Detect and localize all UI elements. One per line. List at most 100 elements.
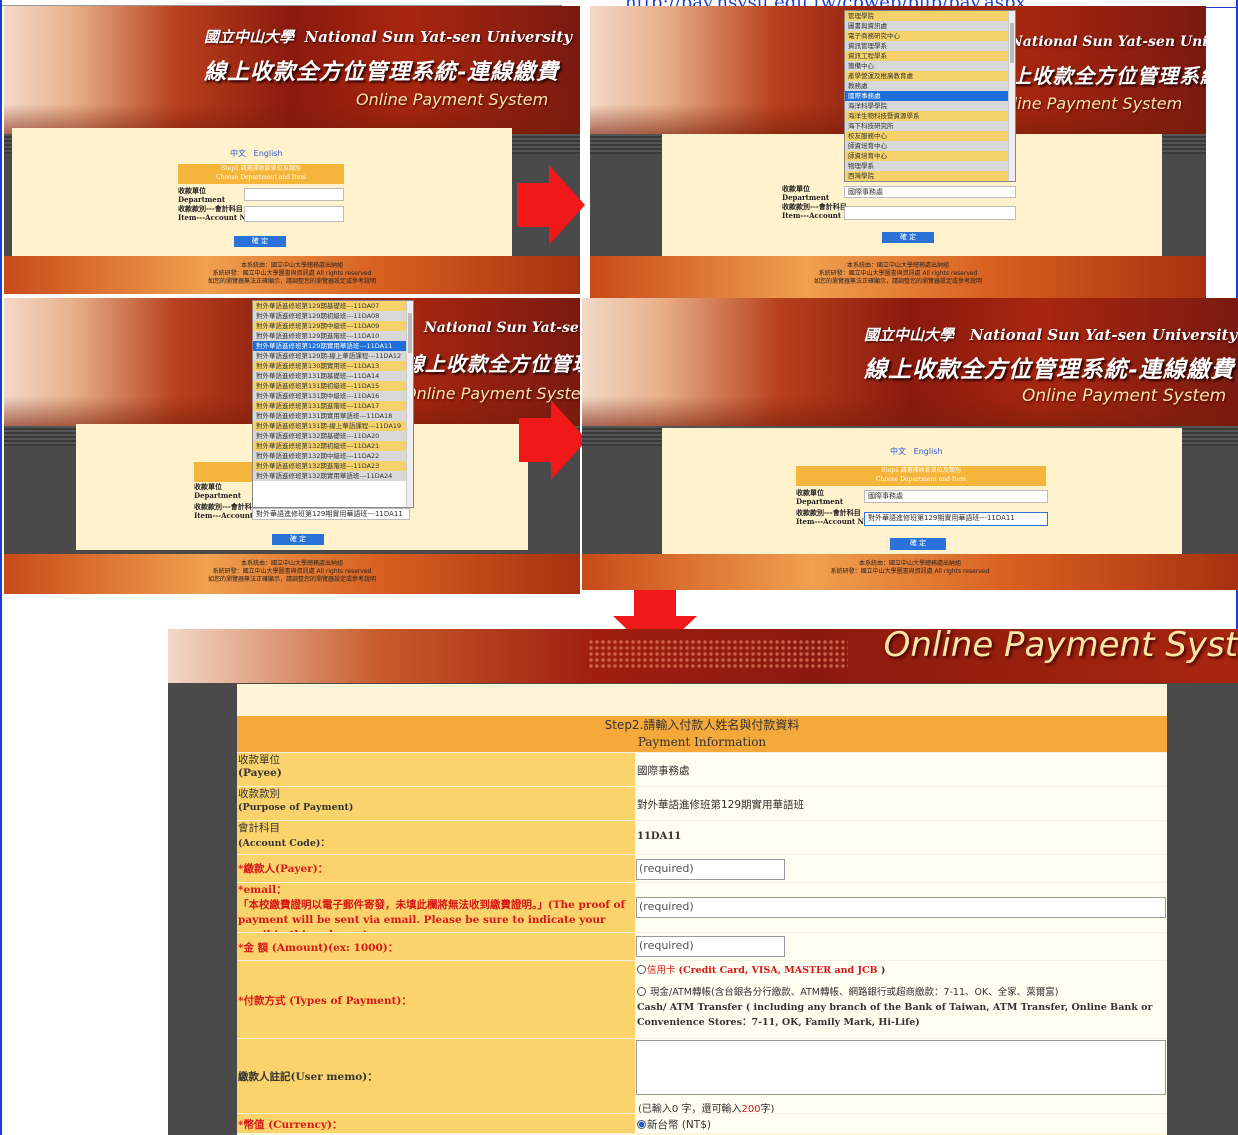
email-input[interactable]: (required)	[636, 897, 1166, 918]
dropdown-scrollbar[interactable]	[406, 301, 413, 507]
university-name: National Sun Yat-sen University	[1010, 34, 1206, 50]
dropdown-option[interactable]: 資訊工程學系	[845, 51, 1015, 61]
dropdown-option[interactable]: 資訊管理學系	[845, 41, 1015, 51]
payment-option-credit[interactable]: 信用卡 (Credit Card, VISA, MASTER and JCB )	[637, 963, 885, 978]
confirm-button[interactable]: 確 定	[890, 538, 946, 550]
memo-row: 繳款人註記(User memo)： (已輸入0 字，還可輸入200字)	[237, 1038, 1167, 1115]
dropdown-option[interactable]: 對外華語進修班第129期進階班---11DA10	[253, 331, 413, 341]
acct-label: 收款款別---會計科目 Item---Account No	[178, 204, 251, 222]
dropdown-option[interactable]: 海下科技研究所	[845, 121, 1015, 131]
dropdown-option[interactable]: 對外華語進修班第132期基礎班---11DA20	[253, 431, 413, 441]
system-title: 線上收款全方位管理系統-連線繳費	[404, 352, 580, 376]
arrow-down	[634, 590, 676, 616]
amount-row: *金 額 (Amount)(ex: 1000)： (required)	[237, 932, 1167, 960]
confirm-button[interactable]: 確 定	[272, 534, 324, 545]
dropdown-option[interactable]: 對外華語進修班第131期基礎班---11DA14	[253, 371, 413, 381]
purpose-row: 收款款別 (Purpose of Payment) 對外華語進修班第129期實用華…	[237, 786, 1167, 820]
payer-row: *繳款人(Payer)： (required)	[237, 854, 1167, 882]
system-title-en: Online Payment Syst	[883, 629, 1238, 665]
confirm-button[interactable]: 確 定	[882, 232, 934, 243]
dropdown-option[interactable]: 校友服務中心	[845, 131, 1015, 141]
dept-label: 收款單位 Department	[796, 488, 844, 506]
dropdown-option[interactable]: 對外華語進修班第131期-線上華語課程---11DA19	[253, 421, 413, 431]
dropdown-option[interactable]: 海洋科學學院	[845, 101, 1015, 111]
dropdown-option[interactable]: 對外華語進修班第132期實用華語班---11DA24	[253, 471, 413, 481]
lang-en-link[interactable]: English	[254, 149, 283, 158]
currency-row: *幣值 (Currency)： 新台幣 (NT$)	[237, 1113, 1167, 1133]
university-name: National Sun Yat-sen University	[424, 320, 580, 336]
payer-input[interactable]: (required)	[636, 859, 785, 880]
dept-select[interactable]	[244, 188, 344, 201]
dept-dropdown-list[interactable]: 管理學院 圖書與資訊處 電子商務研究中心 資訊管理學系 資訊工程學系 籌備中心 產學營運及推…	[844, 10, 1016, 182]
payment-type-row: *付款方式 (Types of Payment)： 信用卡 (Credit Ca…	[237, 960, 1167, 1038]
dropdown-option[interactable]: 對外華語進修班第132期初級班---11DA21	[253, 441, 413, 451]
dropdown-option[interactable]: 對外華語進修班第131期中級班---11DA16	[253, 391, 413, 401]
lang-zh-link[interactable]: 中文	[230, 149, 246, 158]
dropdown-option[interactable]: 物理學系	[845, 161, 1015, 171]
acct-label: 收款款別---會計科目 Item---Account No	[796, 508, 869, 526]
system-title-en: Online Payment System	[356, 90, 549, 109]
screenshot-step2-form: Online Payment Syst Step2.請輸入付款人姓名與付款資料 P…	[168, 629, 1238, 1135]
payer-label: *繳款人(Payer)：	[238, 863, 329, 875]
acct-dropdown-list[interactable]: 對外華語進修班第129期基礎班---11DA07 對外華語進修班第129期初級班-…	[252, 300, 414, 508]
dropdown-option[interactable]: 對外華語進修班第129期基礎班---11DA07	[253, 301, 413, 311]
step1-title: Step1.請選擇收款單位及類別 Choose Department and It…	[178, 164, 344, 184]
dropdown-option[interactable]: 師資培育中心	[845, 141, 1015, 151]
footer: 本系統由：國立中山大學總務處出納組 系統研發：國立中山大學圖書與資訊處 All …	[4, 256, 580, 294]
dropdown-option[interactable]: 對外華語進修班第131期進階班---11DA17	[253, 401, 413, 411]
dept-select[interactable]: 國際事務處	[844, 186, 1016, 198]
acct-select[interactable]	[244, 206, 344, 222]
dropdown-option[interactable]: 對外華語進修班第130期實用班---11DA13	[253, 361, 413, 371]
dropdown-option[interactable]: 圖書與資訊處	[845, 21, 1015, 31]
memo-textarea[interactable]	[636, 1040, 1166, 1095]
email-row: *email： 「本校繳費證明以電子郵件寄發，未填此欄將無法收到繳費證明。」(Th…	[237, 882, 1167, 941]
lang-zh-link[interactable]: 中文	[890, 447, 906, 456]
cash-radio[interactable]	[637, 987, 646, 996]
dept-label: 收款單位 Department	[178, 186, 226, 204]
credit-radio[interactable]	[637, 965, 646, 974]
screenshot-step1: 國立中山大學 National Sun Yat-sen University 線…	[4, 6, 580, 294]
footer: 本系統由：國立中山大學總務處出納組 系統研發：國立中山大學圖書與資訊處 All …	[590, 256, 1206, 298]
dropdown-option[interactable]: 對外華語進修班第131期初級班---11DA15	[253, 381, 413, 391]
screenshot-step1-filled: 國立中山大學 National Sun Yat-sen University 線…	[582, 298, 1238, 590]
dropdown-option[interactable]: 產學營運及推廣教育處	[845, 71, 1015, 81]
step1-title: Step1.請選擇收款單位及類別 Choose Department and It…	[796, 466, 1046, 486]
email-label: *email：	[238, 884, 287, 896]
system-title: 線上收款全方位管理系統-連線繳費	[204, 59, 560, 85]
confirm-button[interactable]: 確 定	[234, 236, 286, 247]
dropdown-option[interactable]: 對外華語進修班第132期進階班---11DA23	[253, 461, 413, 471]
acct-select[interactable]: 對外華語進修班第129期實用華語班---11DA11	[864, 512, 1048, 526]
arrow-right-1-head	[549, 165, 585, 245]
step1-title-bar	[194, 462, 254, 482]
dropdown-option[interactable]: 國際事務處	[845, 91, 1015, 101]
dropdown-option[interactable]: 對外華語進修班第129期中級班---11DA09	[253, 321, 413, 331]
acct-select[interactable]	[844, 206, 1016, 220]
dropdown-option[interactable]: 對外華語進修班第129期初級班---11DA08	[253, 311, 413, 321]
acct-select[interactable]: 對外華語進修班第129期實用華語班---11DA11	[252, 508, 410, 520]
dropdown-option[interactable]: 管理學院	[845, 11, 1015, 21]
system-title-en: Online Payment System	[990, 94, 1183, 113]
dropdown-option[interactable]: 西灣學院	[845, 171, 1015, 181]
dropdown-scrollbar[interactable]	[1008, 11, 1015, 181]
dropdown-option[interactable]: 對外華語進修班第129期實用華語班---11DA11	[253, 341, 413, 351]
account-code-value: 11DA11	[637, 831, 682, 842]
amount-input[interactable]: (required)	[636, 936, 785, 957]
dropdown-option[interactable]: 電子商務研究中心	[845, 31, 1015, 41]
footer: 本系統由：國立中山大學總務處出納組 系統研發：國立中山大學圖書與資訊處 All …	[582, 554, 1238, 590]
payment-option-cash[interactable]: 現金/ATM轉帳(含台銀各分行繳款、ATM轉帳、網路銀行或超商繳款：7-11、O…	[637, 985, 1165, 1030]
university-name: 國立中山大學 National Sun Yat-sen University	[204, 28, 573, 46]
university-name: 國立中山大學 National Sun Yat-sen University	[864, 326, 1238, 344]
dropdown-option[interactable]: 籌備中心	[845, 61, 1015, 71]
dropdown-option[interactable]: 海洋生物科技暨資源學系	[845, 111, 1015, 121]
currency-option[interactable]: 新台幣 (NT$)	[637, 1117, 711, 1132]
dropdown-option[interactable]: 師資培育中心	[845, 151, 1015, 161]
payment-type-label: *付款方式 (Types of Payment)：	[238, 995, 412, 1007]
system-title: 線上收款全方位管理系統-連線繳費	[990, 64, 1206, 88]
currency-radio[interactable]	[637, 1120, 646, 1129]
dropdown-option[interactable]: 對外華語進修班第129期-線上華語課程---11DA12	[253, 351, 413, 361]
dept-select[interactable]: 國際事務處	[864, 490, 1048, 503]
dropdown-option[interactable]: 對外華語進修班第131期實用華語班---11DA18	[253, 411, 413, 421]
dropdown-option[interactable]: 教務處	[845, 81, 1015, 91]
dropdown-option[interactable]: 對外華語進修班第132期中級班---11DA22	[253, 451, 413, 461]
lang-en-link[interactable]: English	[914, 447, 943, 456]
